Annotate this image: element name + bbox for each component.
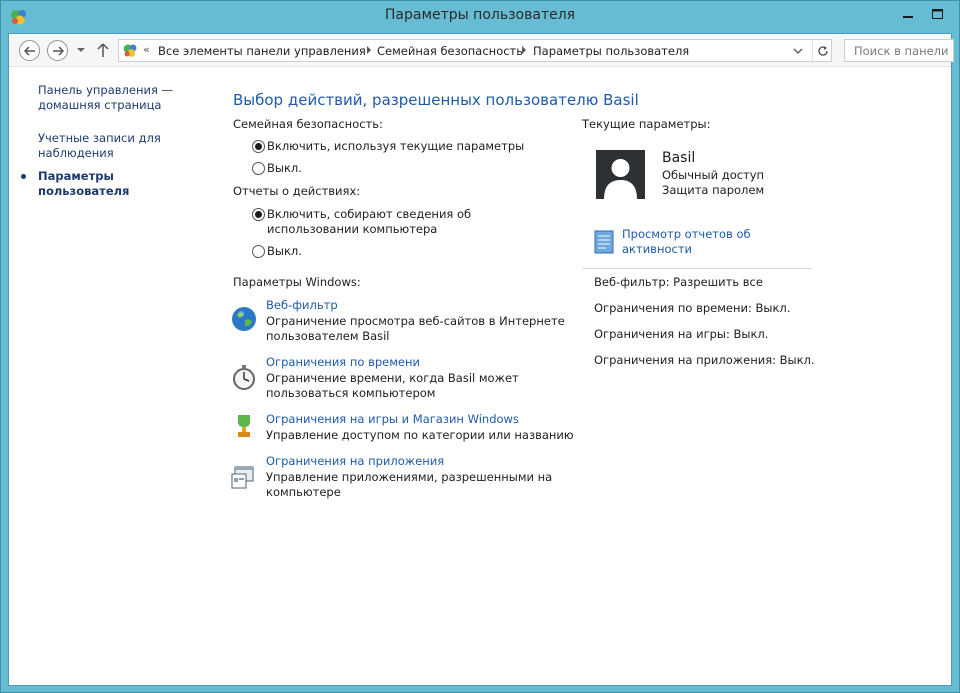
activity-reports-off-radio[interactable] xyxy=(252,245,265,258)
search-box[interactable] xyxy=(844,39,954,62)
breadcrumb-all-control-panel-items[interactable]: Все элементы панели управления xyxy=(158,44,366,58)
user-password-status: Защита паролем xyxy=(662,183,765,197)
window-title: Параметры пользователя xyxy=(384,7,576,23)
app-window-icon xyxy=(231,466,254,489)
back-button[interactable] xyxy=(19,40,40,61)
trophy-icon xyxy=(238,415,250,437)
time-limits-link[interactable]: Ограничения по времени xyxy=(266,355,420,369)
app-limits-description: Управление приложениями, разрешенными на… xyxy=(266,470,553,499)
status-app-limits: Ограничения на приложения: Выкл. xyxy=(594,353,815,367)
page-heading: Выбор действий, разрешенных пользователю… xyxy=(233,91,639,109)
status-game-limits: Ограничения на игры: Выкл. xyxy=(594,327,769,341)
web-filter-link[interactable]: Веб-фильтр xyxy=(266,298,338,312)
divider xyxy=(582,268,812,269)
minimize-icon xyxy=(903,16,913,18)
navigation-bar: « Все элементы панели управления Семейна… xyxy=(9,34,954,67)
user-name: Basil xyxy=(662,150,696,166)
report-icon xyxy=(594,230,614,254)
refresh-button[interactable] xyxy=(812,40,832,61)
games-store-limits-description: Управление доступом по категории или наз… xyxy=(266,428,574,442)
search-input[interactable] xyxy=(845,40,953,61)
maximize-button[interactable] xyxy=(923,3,951,25)
minimize-button[interactable] xyxy=(894,3,922,25)
control-panel-icon xyxy=(123,44,137,57)
sidebar-link-control-panel-home[interactable]: Панель управления — домашняя страница xyxy=(38,83,188,113)
family-safety-off-radio[interactable] xyxy=(252,162,265,175)
windows-settings-label: Параметры Windows: xyxy=(233,275,361,289)
user-account-type: Обычный доступ xyxy=(662,168,765,182)
status-time-limits: Ограничения по времени: Выкл. xyxy=(594,301,791,315)
title-bar[interactable]: Параметры пользователя xyxy=(1,1,959,33)
window: Параметры пользователя « Все элементы па… xyxy=(0,0,960,693)
family-safety-on-label[interactable]: Включить, используя текущие параметры xyxy=(267,139,524,154)
address-bar[interactable]: « Все элементы панели управления Семейна… xyxy=(118,39,832,62)
back-arrow-icon xyxy=(23,45,35,56)
current-page-bullet xyxy=(21,174,26,179)
activity-reports-on-label[interactable]: Включить, собирают сведения об использов… xyxy=(267,207,557,237)
user-avatar-icon xyxy=(604,159,637,199)
breadcrumb-user-settings[interactable]: Параметры пользователя xyxy=(533,44,689,58)
web-filter-description: Ограничение просмотра веб-сайтов в Интер… xyxy=(266,314,565,343)
activity-reports-label: Отчеты о действиях: xyxy=(233,184,361,198)
current-settings-label: Текущие параметры: xyxy=(582,117,711,131)
games-store-limits-link[interactable]: Ограничения на игры и Магазин Windows xyxy=(266,412,519,426)
forward-button[interactable] xyxy=(47,40,68,61)
view-activity-reports-link[interactable]: Просмотр отчетов об активности xyxy=(622,227,772,257)
address-dropdown-icon[interactable] xyxy=(792,45,804,57)
family-safety-on-radio[interactable] xyxy=(252,140,265,153)
breadcrumb-overflow[interactable]: « xyxy=(143,43,150,56)
refresh-icon xyxy=(817,45,828,56)
app-limits-link[interactable]: Ограничения на приложения xyxy=(266,454,444,468)
status-web-filter: Веб-фильтр: Разрешить все xyxy=(594,275,763,289)
breadcrumb-separator-icon[interactable] xyxy=(520,44,528,56)
activity-reports-on-radio[interactable] xyxy=(252,208,265,221)
globe-icon xyxy=(232,307,256,331)
breadcrumb-separator-icon[interactable] xyxy=(365,44,373,56)
family-safety-label: Семейная безопасность: xyxy=(233,117,383,131)
client-area: « Все элементы панели управления Семейна… xyxy=(8,33,954,686)
activity-reports-off-label[interactable]: Выкл. xyxy=(267,244,302,259)
time-limits-description: Ограничение времени, когда Basil может п… xyxy=(266,371,519,400)
family-safety-off-label[interactable]: Выкл. xyxy=(267,161,302,176)
up-arrow-icon[interactable] xyxy=(96,42,110,58)
sidebar-current-user-settings: Параметры пользователя xyxy=(38,169,130,198)
sidebar-link-monitored-accounts[interactable]: Учетные записи для наблюдения xyxy=(38,131,188,161)
stopwatch-icon xyxy=(233,365,255,390)
breadcrumb-family-safety[interactable]: Семейная безопасность xyxy=(377,44,523,58)
maximize-icon xyxy=(931,9,943,19)
chevron-down-icon[interactable] xyxy=(75,44,87,56)
forward-arrow-icon xyxy=(52,45,64,56)
avatar xyxy=(596,150,645,199)
